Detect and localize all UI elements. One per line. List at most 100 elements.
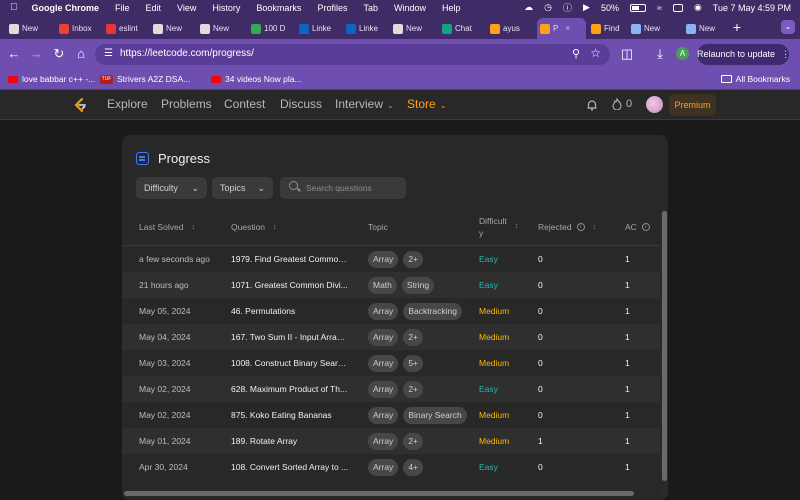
topic-tag[interactable]: Array (368, 433, 399, 450)
question-link[interactable]: 108. Convert Sorted Array to ... (231, 454, 349, 480)
sort-icon[interactable]: ↕ (273, 224, 277, 231)
topic-tag[interactable]: Array (368, 329, 399, 346)
question-link[interactable]: 1979. Find Greatest Common... (231, 246, 349, 272)
browser-tab[interactable]: New (390, 18, 437, 39)
address-bar[interactable]: ☰ https://leetcode.com/progress/ ⚲ ☆ (95, 44, 610, 65)
close-tab-icon[interactable]: × (565, 24, 570, 33)
menu-edit[interactable]: Edit (146, 3, 162, 13)
nav-problems[interactable]: Problems (161, 97, 212, 111)
topic-tag[interactable]: 5+ (403, 355, 424, 372)
premium-button[interactable]: Premium (669, 94, 716, 116)
horizontal-scrollbar-thumb[interactable] (124, 491, 634, 496)
question-link[interactable]: 167. Two Sum II - Input Array ... (231, 324, 349, 350)
table-row[interactable]: May 05, 2024 46. Permutations Array Backtra… (122, 298, 668, 324)
bookmark-34-videos[interactable]: 34 videos Now pla... (211, 74, 302, 84)
table-row[interactable]: May 02, 2024 628. Maximum Product of Th..… (122, 376, 668, 402)
daily-streak[interactable]: 0 (612, 98, 632, 110)
bookmark-love-babbar[interactable]: love babbar c++ -... (8, 74, 95, 84)
info-icon[interactable]: i (576, 223, 585, 231)
topic-tag[interactable]: Array (368, 251, 399, 268)
question-link[interactable]: 46. Permutations (231, 298, 349, 324)
browser-tab[interactable]: New (683, 18, 726, 39)
table-row[interactable]: May 03, 2024 1008. Construct Binary Searc… (122, 350, 668, 376)
sort-icon[interactable]: ↕ (191, 224, 195, 231)
browser-tab[interactable]: New (150, 18, 195, 39)
browser-tab[interactable]: 100 D (248, 18, 294, 39)
browser-tab[interactable]: Inbox (56, 18, 101, 39)
bookmark-star-icon[interactable]: ☆ (590, 46, 601, 60)
topic-tag[interactable]: 2+ (403, 381, 424, 398)
home-icon[interactable]: ⌂ (73, 46, 89, 62)
browser-tab[interactable]: ayus (487, 18, 535, 39)
search-questions-input[interactable] (306, 180, 402, 196)
table-row[interactable]: Apr 30, 2024 108. Convert Sorted Array to… (122, 454, 668, 480)
topic-tag[interactable]: Array (368, 303, 399, 320)
sort-icon[interactable]: ↕ (515, 221, 519, 233)
leetcode-logo-icon[interactable] (72, 97, 88, 113)
col-rejected[interactable]: Rejected i ↕ (538, 208, 596, 246)
back-arrow-icon[interactable]: ← (6, 46, 22, 62)
browser-tab[interactable]: Linke (343, 18, 388, 39)
menu-window[interactable]: Window (394, 3, 426, 13)
topic-tag[interactable]: Array (368, 407, 399, 424)
search-questions-box[interactable] (280, 177, 406, 199)
col-question[interactable]: Question ↕ (231, 208, 277, 246)
reload-icon[interactable]: ↻ (51, 46, 67, 62)
topic-tag[interactable]: Binary Search (403, 407, 467, 424)
extensions-puzzle-icon[interactable]: ◫ (619, 46, 635, 62)
browser-tab[interactable]: New (6, 18, 54, 39)
topic-tag[interactable]: Array (368, 355, 399, 372)
battery-icon[interactable] (629, 3, 646, 12)
browser-tab[interactable]: Find (588, 18, 626, 39)
browser-tab[interactable]: New (197, 18, 246, 39)
menu-history[interactable]: History (212, 3, 240, 13)
control-center-icon[interactable] (672, 3, 683, 12)
browser-tab[interactable]: Chat (439, 18, 485, 39)
download-icon[interactable]: ⤓ (652, 46, 668, 62)
topic-tag[interactable]: Backtracking (403, 303, 462, 320)
menu-view[interactable]: View (177, 3, 196, 13)
info-icon[interactable]: i (641, 223, 650, 231)
app-menu-name[interactable]: Google Chrome (32, 3, 100, 13)
nav-store[interactable]: Store ⌄ (407, 97, 446, 111)
apple-menu-icon[interactable]:  (10, 2, 18, 13)
siri-icon[interactable]: ◉ (694, 2, 702, 13)
menu-bookmarks[interactable]: Bookmarks (256, 3, 301, 13)
menu-help[interactable]: Help (442, 3, 461, 13)
table-row[interactable]: May 02, 2024 875. Koko Eating Bananas Arra… (122, 402, 668, 428)
tab-search-chevron-icon[interactable]: ⌄ (781, 20, 795, 34)
browser-tab[interactable]: eslint (103, 18, 148, 39)
topic-tag[interactable]: Array (368, 459, 399, 476)
difficulty-filter-dropdown[interactable]: Difficulty ⌄ (136, 177, 207, 199)
all-bookmarks-button[interactable]: All Bookmarks (720, 74, 790, 84)
site-info-icon[interactable]: ☰ (104, 48, 113, 59)
browser-tab[interactable]: Linke (296, 18, 341, 39)
question-link[interactable]: 189. Rotate Array (231, 428, 349, 454)
search-lens-icon[interactable]: ⚲ (572, 47, 580, 60)
topic-tag[interactable]: Array (368, 381, 399, 398)
topic-tag[interactable]: 4+ (403, 459, 424, 476)
browser-tab[interactable]: P × (537, 18, 586, 39)
table-row[interactable]: May 01, 2024 189. Rotate Array Array 2+ Medi… (122, 428, 668, 454)
question-link[interactable]: 628. Maximum Product of Th... (231, 376, 349, 402)
col-last-solved[interactable]: Last Solved ↕ (139, 208, 195, 246)
menu-tab[interactable]: Tab (363, 3, 378, 13)
table-row[interactable]: 21 hours ago 1071. Greatest Common Divi..… (122, 272, 668, 298)
topic-tag[interactable]: Math (368, 277, 397, 294)
nav-contest[interactable]: Contest (224, 97, 265, 111)
topic-tag[interactable]: 2+ (403, 433, 424, 450)
nav-interview[interactable]: Interview ⌄ (335, 97, 394, 111)
bookmark-strivers[interactable]: TUF Strivers A2Z DSA... (100, 74, 190, 84)
menu-file[interactable]: File (115, 3, 130, 13)
timer-icon[interactable]: ◷ (544, 2, 552, 13)
sort-icon[interactable]: ↕ (593, 224, 597, 231)
relaunch-to-update-button[interactable]: Relaunch to update ⋮ (697, 44, 790, 65)
menu-profiles[interactable]: Profiles (317, 3, 347, 13)
question-link[interactable]: 875. Koko Eating Bananas (231, 402, 349, 428)
vertical-scrollbar-thumb[interactable] (662, 211, 667, 481)
nav-explore[interactable]: Explore (107, 97, 148, 111)
menubar-clock[interactable]: Tue 7 May 4:59 PM (713, 3, 791, 13)
user-avatar[interactable] (646, 96, 663, 113)
browser-tab[interactable]: New (628, 18, 681, 39)
topic-tag[interactable]: 2+ (403, 251, 424, 268)
